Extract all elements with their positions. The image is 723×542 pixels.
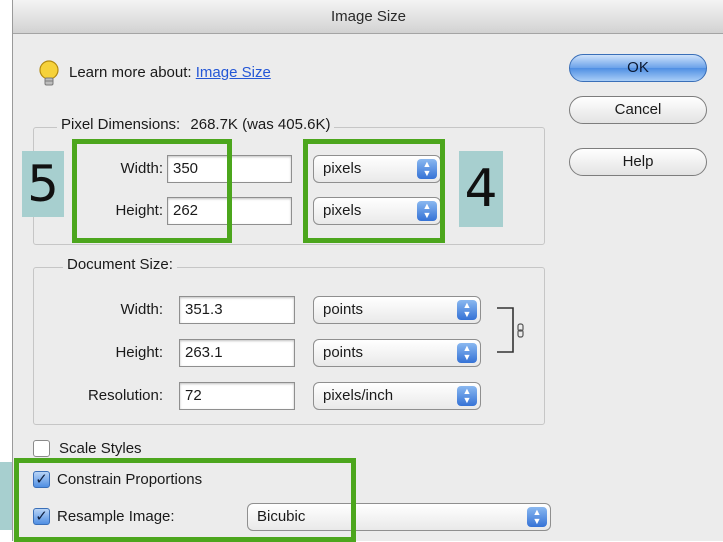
select-arrows-icon: ▲ ▼ (527, 507, 547, 527)
doc-width-unit-value: points (323, 301, 364, 318)
doc-width-unit-select[interactable]: points ▲ ▼ (313, 296, 481, 324)
pixel-dimensions-legend: Pixel Dimensions: 268.7K (was 405.6K) (57, 116, 335, 133)
scale-styles-label: Scale Styles (59, 440, 142, 457)
lightbulb-icon (37, 59, 61, 89)
scale-styles-checkbox[interactable] (33, 440, 50, 457)
resolution-label: Resolution: (87, 387, 163, 404)
learn-more-text: Learn more about: Image Size (69, 64, 271, 81)
highlight-pixel-units (303, 139, 445, 243)
annotation-marker-edge (0, 462, 12, 530)
doc-height-unit-select[interactable]: points ▲ ▼ (313, 339, 481, 367)
resolution-unit-select[interactable]: pixels/inch ▲ ▼ (313, 382, 481, 410)
ok-button[interactable]: OK (569, 54, 707, 82)
resolution-field[interactable]: 72 (179, 382, 295, 410)
pixel-dimensions-title: Pixel Dimensions: (61, 116, 181, 133)
doc-height-unit-value: points (323, 344, 364, 361)
image-size-help-link[interactable]: Image Size (196, 64, 271, 81)
doc-height-field[interactable]: 263.1 (179, 339, 295, 367)
resolution-unit-value: pixels/inch (323, 387, 394, 404)
highlight-checkboxes (14, 458, 356, 542)
chain-link-icon (495, 306, 535, 356)
document-size-legend: Document Size: (63, 256, 177, 273)
doc-width-field[interactable]: 351.3 (179, 296, 295, 324)
select-arrows-icon: ▲ ▼ (457, 300, 477, 320)
select-arrows-icon: ▲ ▼ (457, 343, 477, 363)
pixel-dimensions-size: 268.7K (was 405.6K) (190, 116, 331, 133)
doc-width-label: Width: (120, 301, 163, 318)
background-window-edge (0, 0, 12, 541)
highlight-pixel-fields (72, 139, 232, 243)
cancel-button[interactable]: Cancel (569, 96, 707, 124)
help-button[interactable]: Help (569, 148, 707, 176)
learn-more-prefix: Learn more about: (69, 64, 192, 81)
annotation-marker-5: 5 (22, 151, 64, 217)
annotation-marker-4: 4 (459, 151, 503, 227)
select-arrows-icon: ▲ ▼ (457, 386, 477, 406)
doc-height-label: Height: (115, 344, 163, 361)
window-title: Image Size (13, 0, 723, 34)
